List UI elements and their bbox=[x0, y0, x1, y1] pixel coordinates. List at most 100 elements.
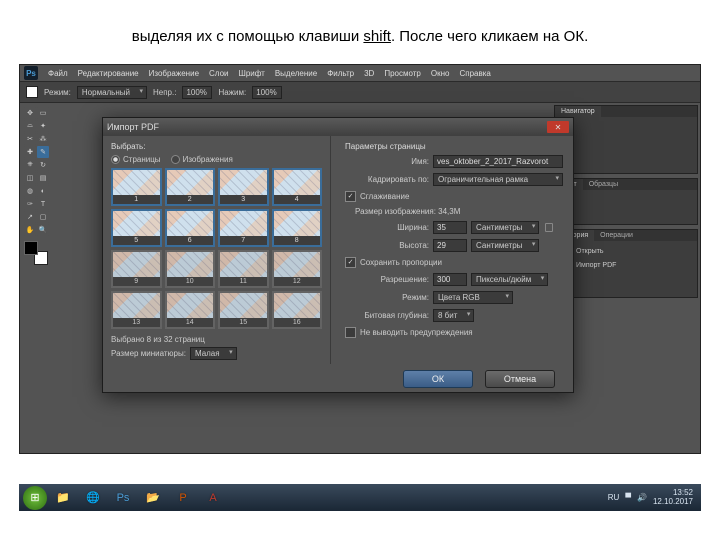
eraser-tool[interactable]: ◫ bbox=[24, 172, 36, 184]
radio-images[interactable]: Изображения bbox=[171, 155, 233, 164]
height-unit-select[interactable]: Сантиметры bbox=[471, 239, 539, 252]
page-thumb[interactable] bbox=[218, 168, 269, 206]
thumb-size-label: Размер миниатюры: bbox=[111, 349, 186, 358]
brush-tool[interactable]: ✎ bbox=[37, 146, 49, 158]
page-thumb[interactable] bbox=[272, 291, 323, 329]
page-thumb[interactable] bbox=[111, 209, 162, 247]
heal-tool[interactable]: ✚ bbox=[24, 146, 36, 158]
menu-select[interactable]: Выделение bbox=[275, 69, 317, 78]
page-thumb[interactable] bbox=[165, 250, 216, 288]
opacity-input[interactable]: 100% bbox=[182, 86, 212, 99]
antialias-checkbox[interactable]: Сглаживание bbox=[345, 191, 409, 202]
lasso-tool[interactable]: ⌓ bbox=[24, 120, 36, 132]
page-thumb[interactable] bbox=[218, 250, 269, 288]
taskbar-powerpoint-icon[interactable]: P bbox=[169, 487, 197, 509]
menu-filter[interactable]: Фильтр bbox=[327, 69, 354, 78]
thumb-size-select[interactable]: Малая bbox=[190, 347, 237, 360]
constrain-checkbox[interactable]: Сохранить пропорции bbox=[345, 257, 442, 268]
marquee-tool[interactable]: ▭ bbox=[37, 107, 49, 119]
menu-window[interactable]: Окно bbox=[431, 69, 450, 78]
tray-network-icon[interactable]: ▀ bbox=[625, 493, 631, 502]
page-thumb[interactable] bbox=[111, 250, 162, 288]
history-item[interactable]: Импорт PDF bbox=[558, 258, 694, 272]
flow-input[interactable]: 100% bbox=[252, 86, 282, 99]
mode-select[interactable]: Нормальный bbox=[77, 86, 147, 99]
depth-select[interactable]: 8 бит bbox=[433, 309, 474, 322]
radio-pages[interactable]: Страницы bbox=[111, 155, 161, 164]
menu-help[interactable]: Справка bbox=[459, 69, 490, 78]
taskbar-acrobat-icon[interactable]: A bbox=[199, 487, 227, 509]
move-tool[interactable]: ✥ bbox=[24, 107, 36, 119]
tab-actions[interactable]: Операции bbox=[594, 230, 639, 241]
page-thumb[interactable] bbox=[111, 291, 162, 329]
name-input[interactable]: ves_oktober_2_2017_Razvorot bbox=[433, 155, 563, 168]
path-tool[interactable]: ↗ bbox=[24, 211, 36, 223]
page-thumb[interactable] bbox=[272, 209, 323, 247]
gradient-tool[interactable]: ▤ bbox=[37, 172, 49, 184]
page-thumb[interactable] bbox=[165, 168, 216, 206]
tray-clock[interactable]: 13:5212.10.2017 bbox=[653, 489, 693, 507]
history-brush-tool[interactable]: ↻ bbox=[37, 159, 49, 171]
page-thumb[interactable] bbox=[165, 291, 216, 329]
taskbar-chrome-icon[interactable]: 🌐 bbox=[79, 487, 107, 509]
ok-button[interactable]: ОК bbox=[403, 370, 473, 388]
taskbar-explorer2-icon[interactable]: 📂 bbox=[139, 487, 167, 509]
pen-tool[interactable]: ✑ bbox=[24, 198, 36, 210]
resolution-unit-select[interactable]: Пикселы/дюйм bbox=[471, 273, 548, 286]
menu-bar: Ps Файл Редактирование Изображение Слои … bbox=[20, 65, 700, 81]
color-panel: ЦветОбразцы bbox=[554, 178, 698, 225]
dialog-titlebar[interactable]: Импорт PDF ✕ bbox=[103, 118, 573, 136]
menu-type[interactable]: Шрифт bbox=[238, 69, 264, 78]
height-input[interactable]: 29 bbox=[433, 239, 467, 252]
cancel-button[interactable]: Отмена bbox=[485, 370, 555, 388]
crop-select[interactable]: Ограничительная рамка bbox=[433, 173, 563, 186]
right-panels: Навигатор ЦветОбразцы ИсторияОперации От… bbox=[554, 105, 698, 302]
color-swatches[interactable] bbox=[24, 241, 48, 265]
shape-tool[interactable]: ▢ bbox=[37, 211, 49, 223]
menu-edit[interactable]: Редактирование bbox=[78, 69, 139, 78]
eyedropper-tool[interactable]: ⁂ bbox=[37, 133, 49, 145]
menu-view[interactable]: Просмотр bbox=[384, 69, 421, 78]
opacity-label: Непр.: bbox=[153, 88, 176, 97]
blur-tool[interactable]: ◍ bbox=[24, 185, 36, 197]
resolution-input[interactable]: 300 bbox=[433, 273, 467, 286]
crop-label: Кадрировать по: bbox=[345, 175, 429, 184]
width-unit-select[interactable]: Сантиметры bbox=[471, 221, 539, 234]
zoom-tool[interactable]: 🔍 bbox=[37, 224, 49, 236]
selection-count: Выбрано 8 из 32 страниц bbox=[111, 335, 322, 344]
brush-preview[interactable] bbox=[26, 86, 38, 98]
flow-label: Нажим: bbox=[218, 88, 246, 97]
page-thumbnails bbox=[111, 168, 322, 329]
start-button[interactable]: ⊞ bbox=[23, 486, 47, 510]
close-icon[interactable]: ✕ bbox=[547, 121, 569, 133]
stamp-tool[interactable]: ⎈ bbox=[24, 159, 36, 171]
page-thumb[interactable] bbox=[165, 209, 216, 247]
tray-lang[interactable]: RU bbox=[608, 493, 620, 502]
suppress-warnings-checkbox[interactable]: Не выводить предупреждения bbox=[345, 327, 473, 338]
page-thumb[interactable] bbox=[218, 209, 269, 247]
page-thumb[interactable] bbox=[272, 168, 323, 206]
crop-tool[interactable]: ✂ bbox=[24, 133, 36, 145]
page-thumb[interactable] bbox=[218, 291, 269, 329]
tab-swatches[interactable]: Образцы bbox=[583, 179, 624, 190]
width-input[interactable]: 35 bbox=[433, 221, 467, 234]
app-logo: Ps bbox=[24, 66, 38, 80]
tray-sound-icon[interactable]: 🔊 bbox=[637, 493, 647, 502]
menu-image[interactable]: Изображение bbox=[149, 69, 199, 78]
menu-layer[interactable]: Слои bbox=[209, 69, 228, 78]
page-thumb[interactable] bbox=[272, 250, 323, 288]
type-tool[interactable]: T bbox=[37, 198, 49, 210]
tab-navigator[interactable]: Навигатор bbox=[555, 106, 601, 117]
menu-3d[interactable]: 3D bbox=[364, 69, 374, 78]
page-thumb[interactable] bbox=[111, 168, 162, 206]
wand-tool[interactable]: ✦ bbox=[37, 120, 49, 132]
history-panel: ИсторияОперации Открыть Импорт PDF bbox=[554, 229, 698, 298]
taskbar-explorer-icon[interactable]: 📁 bbox=[49, 487, 77, 509]
taskbar-photoshop-icon[interactable]: Ps bbox=[109, 487, 137, 509]
colormode-select[interactable]: Цвета RGB bbox=[433, 291, 513, 304]
hand-tool[interactable]: ✋ bbox=[24, 224, 36, 236]
menu-file[interactable]: Файл bbox=[48, 69, 68, 78]
link-icon[interactable] bbox=[545, 223, 553, 232]
dodge-tool[interactable]: ◐ bbox=[37, 185, 49, 197]
history-item[interactable]: Открыть bbox=[558, 244, 694, 258]
